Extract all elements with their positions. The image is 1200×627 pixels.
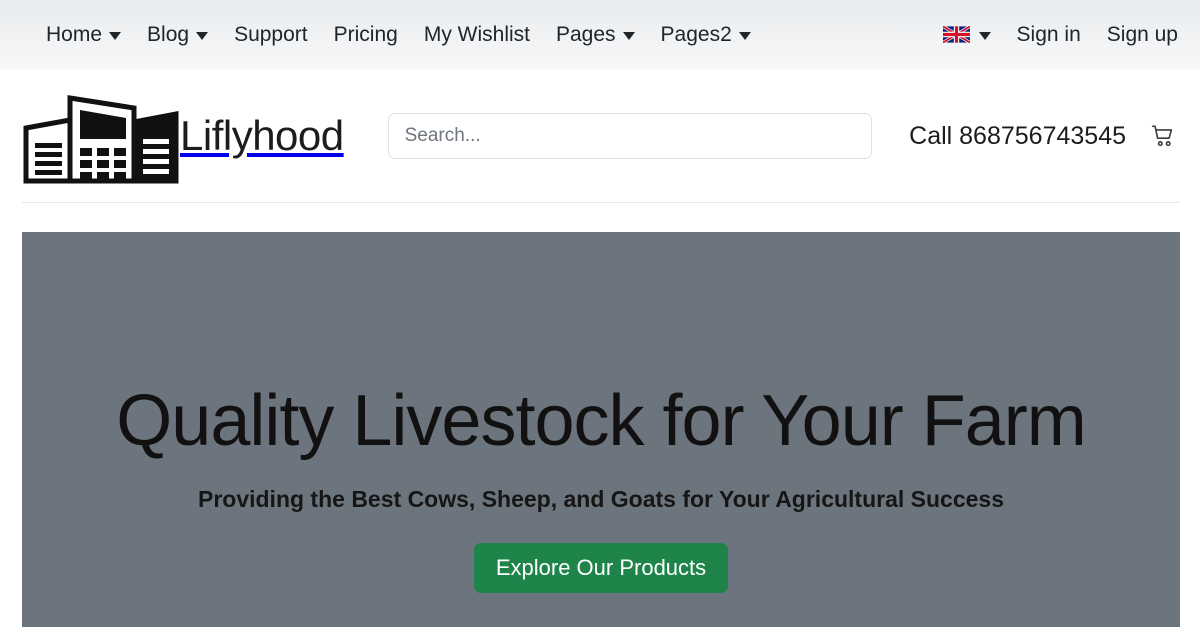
nav-item-label: Support bbox=[234, 23, 308, 46]
hero-title: Quality Livestock for Your Farm bbox=[116, 381, 1086, 461]
search-input[interactable] bbox=[387, 113, 872, 159]
explore-products-button[interactable]: Explore Our Products bbox=[473, 543, 729, 594]
chevron-down-icon bbox=[196, 32, 209, 40]
top-utility-bar: Home Blog Support Pricing My Wishlist Pa… bbox=[0, 0, 1200, 69]
chevron-down-icon bbox=[738, 32, 751, 40]
nav-item-label: My Wishlist bbox=[423, 23, 530, 46]
primary-nav: Home Blog Support Pricing My Wishlist Pa… bbox=[46, 24, 751, 45]
nav-item-blog[interactable]: Blog bbox=[147, 23, 209, 46]
nav-item-label: Pages bbox=[556, 23, 616, 46]
shopping-cart-icon bbox=[1151, 125, 1173, 147]
nav-item-label: Pages2 bbox=[660, 23, 732, 46]
nav-item-support[interactable]: Support bbox=[234, 24, 308, 45]
hero-banner: Quality Livestock for Your Farm Providin… bbox=[22, 232, 1180, 627]
uk-flag-icon bbox=[942, 26, 970, 43]
chevron-down-icon bbox=[109, 32, 122, 40]
cart-button[interactable] bbox=[1148, 121, 1178, 151]
sign-in-link[interactable]: Sign in bbox=[1017, 24, 1081, 45]
sign-up-link[interactable]: Sign up bbox=[1107, 24, 1178, 45]
brand-name: Liflyhood bbox=[180, 112, 344, 159]
header-right: Call 868756743545 bbox=[909, 121, 1178, 151]
nav-item-label: Home bbox=[46, 23, 103, 46]
hero-area: Quality Livestock for Your Farm Providin… bbox=[0, 203, 1200, 627]
language-selector[interactable] bbox=[942, 26, 991, 43]
search-container bbox=[387, 113, 872, 159]
call-phone-link[interactable]: Call 868756743545 bbox=[909, 123, 1126, 149]
top-utility-right: Sign in Sign up bbox=[942, 24, 1178, 45]
buildings-logo-icon bbox=[23, 95, 179, 184]
site-header: Liflyhood Call 868756743545 bbox=[0, 69, 1200, 203]
nav-item-pages2[interactable]: Pages2 bbox=[661, 24, 751, 45]
nav-item-label: Blog bbox=[147, 23, 190, 46]
chevron-down-icon bbox=[978, 32, 991, 40]
chevron-down-icon bbox=[622, 32, 635, 40]
hero-subtitle: Providing the Best Cows, Sheep, and Goat… bbox=[197, 485, 1005, 512]
nav-item-pricing[interactable]: Pricing bbox=[334, 24, 398, 45]
nav-item-pages[interactable]: Pages bbox=[556, 24, 635, 45]
brand-logo-link[interactable]: Liflyhood bbox=[22, 86, 344, 186]
nav-item-label: Pricing bbox=[333, 23, 398, 46]
nav-item-home[interactable]: Home bbox=[46, 23, 122, 46]
nav-item-my-wishlist[interactable]: My Wishlist bbox=[424, 24, 530, 45]
